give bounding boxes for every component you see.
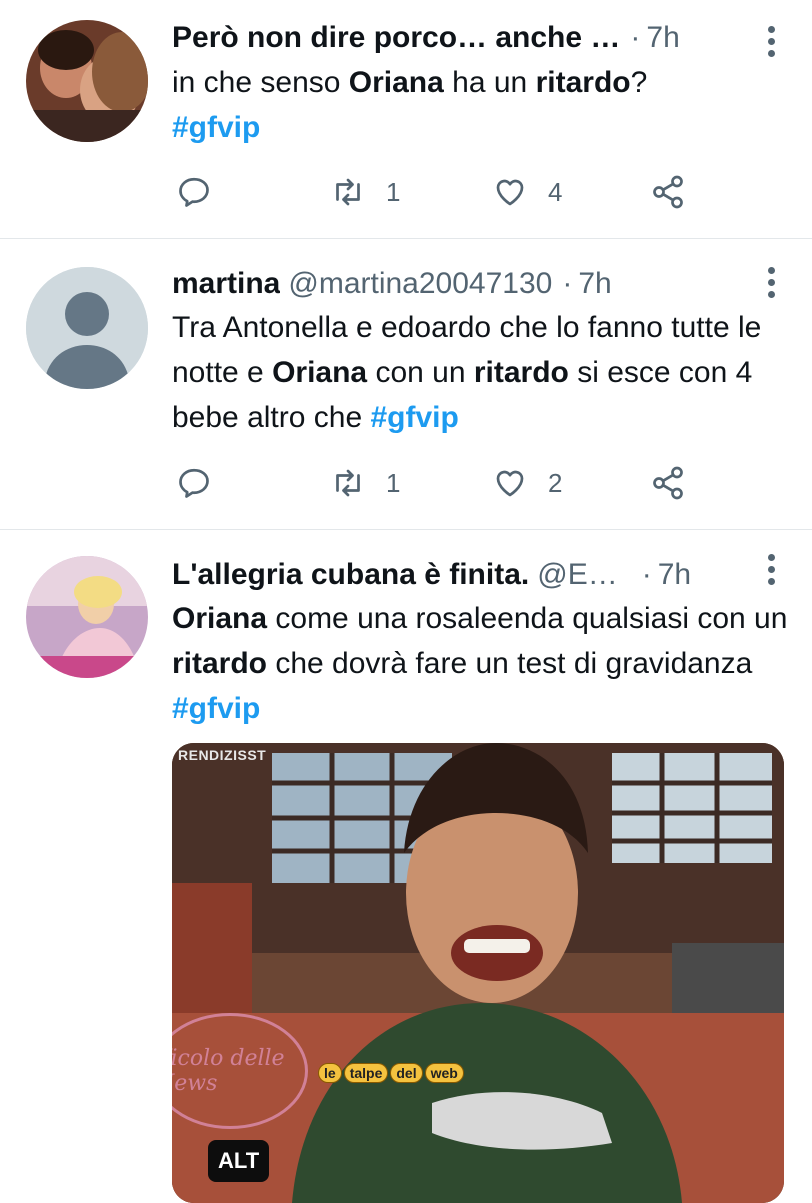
- avatar[interactable]: [26, 556, 148, 678]
- more-icon[interactable]: [766, 554, 776, 585]
- watermark-word: le: [318, 1063, 342, 1083]
- tweet-text: in che senso Oriana ha un ritardo? #gfvi…: [172, 60, 788, 150]
- tweet-text: Tra Antonella e edoardo che lo fanno tut…: [172, 305, 788, 440]
- author-name[interactable]: martina: [172, 264, 280, 304]
- watermark-word: talpe: [343, 1063, 389, 1083]
- like-icon: [496, 470, 524, 497]
- share-icon: [653, 175, 683, 209]
- like-count: 2: [548, 467, 563, 498]
- more-icon[interactable]: [766, 26, 776, 57]
- media-source-label: RENDIZISST: [178, 747, 267, 763]
- tweet-text: Oriana come una rosaleenda qualsiasi con…: [172, 596, 788, 731]
- text-bold: ritardo: [535, 66, 631, 99]
- retweet-icon: [336, 469, 360, 497]
- watermark-talpe: le talpe del web: [318, 1063, 464, 1083]
- like-icon: [496, 179, 524, 206]
- text-segment: ha un: [443, 66, 536, 99]
- share-button[interactable]: [650, 461, 686, 505]
- timestamp[interactable]: 7h: [646, 18, 679, 58]
- retweet-button[interactable]: 1: [330, 461, 400, 505]
- text-bold: ritardo: [172, 647, 268, 680]
- tweet-2[interactable]: martina @martina20047130 · 7h Tra Antone…: [0, 239, 812, 529]
- share-button[interactable]: [650, 170, 686, 214]
- retweet-count: 1: [386, 176, 401, 207]
- like-button[interactable]: 4: [492, 170, 562, 214]
- avatar[interactable]: [26, 267, 148, 389]
- tweet-media-image[interactable]: RENDIZISST Vicolo delle News le talpe de…: [172, 743, 784, 1203]
- watermark-word: del: [390, 1063, 423, 1083]
- retweet-button[interactable]: 1: [330, 170, 400, 214]
- avatar[interactable]: [26, 20, 148, 142]
- text-segment: che dovrà fare un test di gravidanza: [267, 647, 753, 680]
- more-icon[interactable]: [766, 267, 776, 298]
- text-bold: Oriana: [272, 356, 368, 389]
- text-segment: con un: [367, 356, 474, 389]
- author-handle[interactable]: @E…: [537, 555, 617, 595]
- retweet-icon: [336, 178, 360, 206]
- timestamp[interactable]: 7h: [578, 264, 611, 304]
- alt-badge[interactable]: ALT: [208, 1140, 270, 1182]
- separator-dot: ·: [562, 267, 573, 300]
- reply-icon: [179, 468, 209, 498]
- tweet-1[interactable]: Però non dire porco… anche … · 7h in che…: [0, 0, 812, 238]
- hashtag-link[interactable]: #gfvip: [370, 401, 458, 434]
- author-name[interactable]: Però non dire porco… anche …: [172, 18, 620, 58]
- separator-dot: ·: [641, 558, 652, 591]
- like-count: 4: [548, 176, 563, 207]
- share-icon: [653, 466, 683, 500]
- reply-button[interactable]: [176, 461, 212, 505]
- watermark-word: web: [424, 1063, 464, 1083]
- author-name[interactable]: L'allegria cubana è finita.: [172, 555, 529, 595]
- author-handle[interactable]: @martina20047130: [288, 264, 552, 304]
- text-bold: ritardo: [473, 356, 569, 389]
- text-bold: Oriana: [348, 66, 444, 99]
- text-segment: in che senso: [172, 66, 349, 99]
- retweet-count: 1: [386, 467, 401, 498]
- reply-icon: [179, 177, 209, 207]
- text-segment: come una rosaleenda qualsiasi con un: [267, 602, 788, 635]
- timestamp[interactable]: 7h: [658, 555, 691, 595]
- text-bold: Oriana: [172, 602, 268, 635]
- text-segment: ?: [630, 66, 648, 99]
- hashtag-link[interactable]: #gfvip: [172, 111, 260, 144]
- reply-button[interactable]: [176, 170, 212, 214]
- like-button[interactable]: 2: [492, 461, 562, 505]
- hashtag-link[interactable]: #gfvip: [172, 692, 260, 725]
- separator-dot: ·: [630, 21, 641, 54]
- watermark-left-text: Vicolo delle News: [172, 1046, 285, 1096]
